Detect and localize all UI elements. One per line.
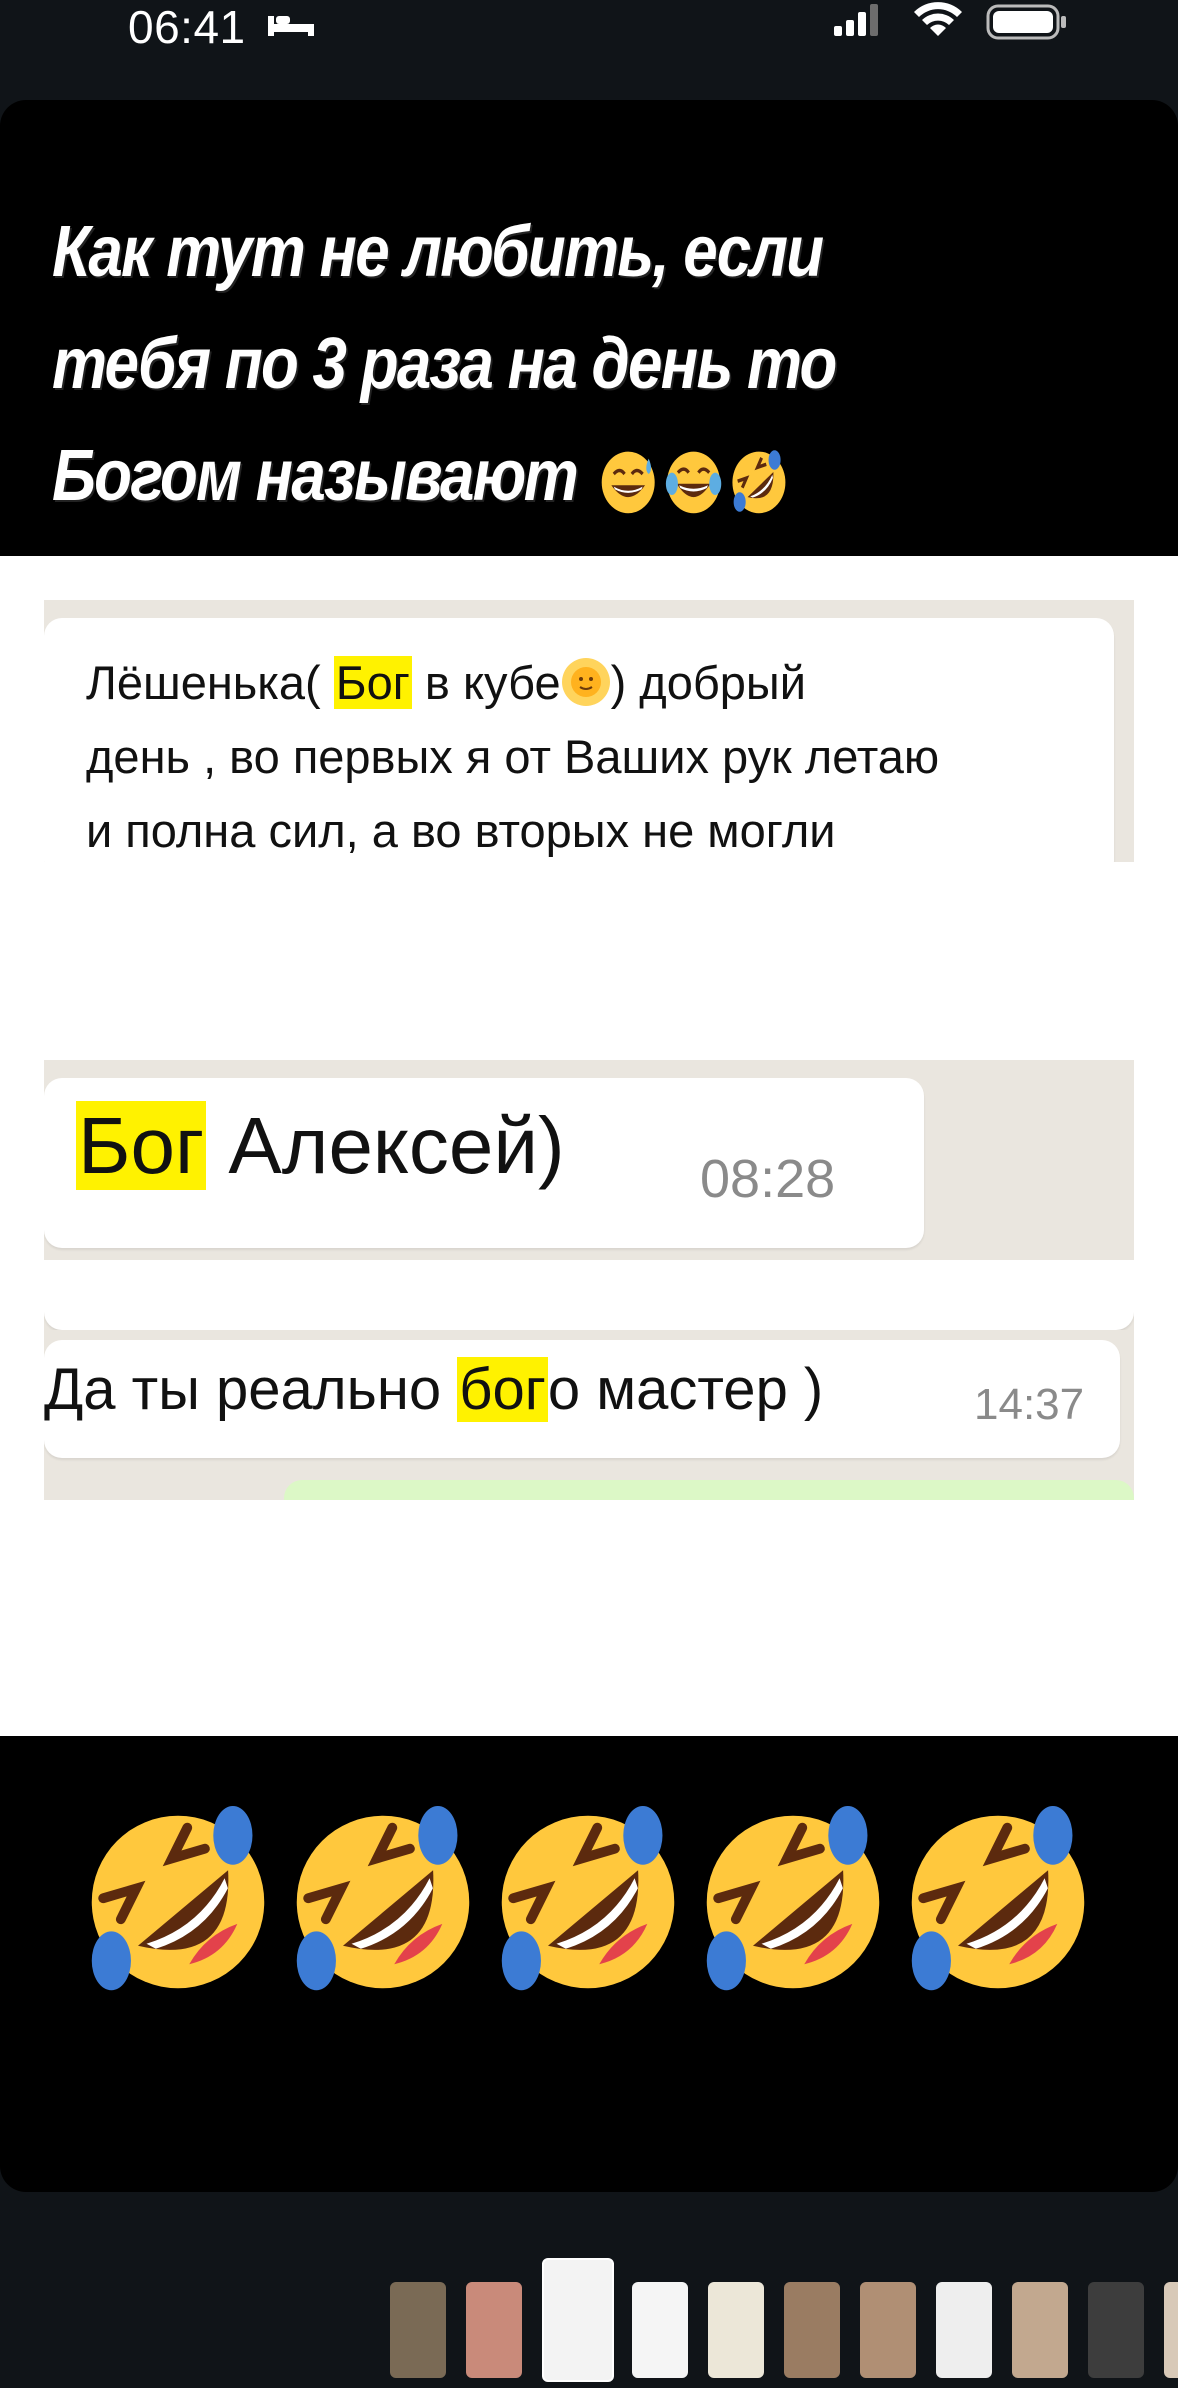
chat1-post2: ) добрый [610,656,806,709]
caption-line-2: тебя по 3 раза на день то [52,324,837,404]
story-card[interactable]: Как тут не любить, если тебя по 3 раза н… [0,100,1178,2192]
rofl-emoji [91,1805,265,1991]
caption-line-3: Богом называют [52,420,981,532]
rofl-emoji [706,1805,880,1991]
chat3-text-pre: Да ты реально [44,1357,458,1422]
caption-line-1: Как тут не любить, если [52,212,824,292]
status-time: 06:41 [128,1,246,53]
clipped-bubble [44,1280,1134,1330]
story-thumbnail[interactable] [390,2282,446,2378]
story-thumbnail[interactable] [1164,2282,1178,2378]
story-thumbnail[interactable] [936,2282,992,2378]
chat1-line2: день , во первых я от Ваших рук летаю [86,730,940,783]
chat1-highlight: Бог [333,656,412,709]
chat3-highlight: бог [457,1357,548,1422]
story-thumbnail[interactable] [466,2282,522,2378]
signal-icon [834,4,878,36]
status-bar: 06:41 [0,0,1178,60]
outgoing-bubble-clip [284,1480,1134,1500]
story-thumbnail[interactable] [708,2282,764,2378]
chat3-time: 14:37 [974,1380,1085,1429]
chat1-line3: и полна сил, а во вторых не могли [86,804,836,857]
rofl-emoji [296,1805,470,1991]
story-thumbnail[interactable] [784,2282,840,2378]
chat-screenshot-1: Лёшенька( Бог в кубе ) добрый день , во п… [44,600,1134,862]
caption-line-3-text: Богом называют [52,436,579,516]
joy-emoji [665,451,721,514]
story-thumbnail-current[interactable] [542,2258,614,2382]
chat-screenshot-4: Да ты реально бого мастер ) 14:37 [44,1330,1134,1500]
chat1-pre: Лёшенька( [86,656,334,709]
chat-bubble-1: Лёшенька( Бог в кубе ) добрый день , во п… [44,618,1114,862]
story-thumbnail[interactable] [632,2282,688,2378]
big-emoji-row [80,1804,1100,2004]
story-thumbnail[interactable] [860,2282,916,2378]
chat2-highlight: Бог [76,1101,207,1190]
sweat-smile-emoji [601,451,655,514]
rofl-emoji [911,1805,1085,1991]
chat1-post: в кубе [411,656,561,709]
story-caption: Как тут не любить, если тебя по 3 раза н… [52,196,981,532]
chat2-text: Алексей) [206,1101,565,1190]
rofl-emoji [732,450,786,514]
bed-icon [268,16,314,36]
chat-bubble-3: Да ты реально бого мастер ) 14:37 [44,1340,1120,1458]
story-thumbnail[interactable] [1088,2282,1144,2378]
chat-bubble-2: Бог Алексей) 08:28 [44,1078,924,1248]
sun-face-emoji [561,658,610,706]
chat-screenshot-2: Бог Алексей) 08:28 [44,1060,1134,1260]
chat2-time: 08:28 [700,1149,836,1209]
wifi-icon [914,2,962,36]
battery-icon [986,4,1066,40]
rofl-emoji [501,1805,675,1991]
story-thumbnail-bar[interactable] [0,2256,1178,2386]
chat3-text-post: о мастер ) [547,1357,824,1422]
story-thumbnail[interactable] [1012,2282,1068,2378]
